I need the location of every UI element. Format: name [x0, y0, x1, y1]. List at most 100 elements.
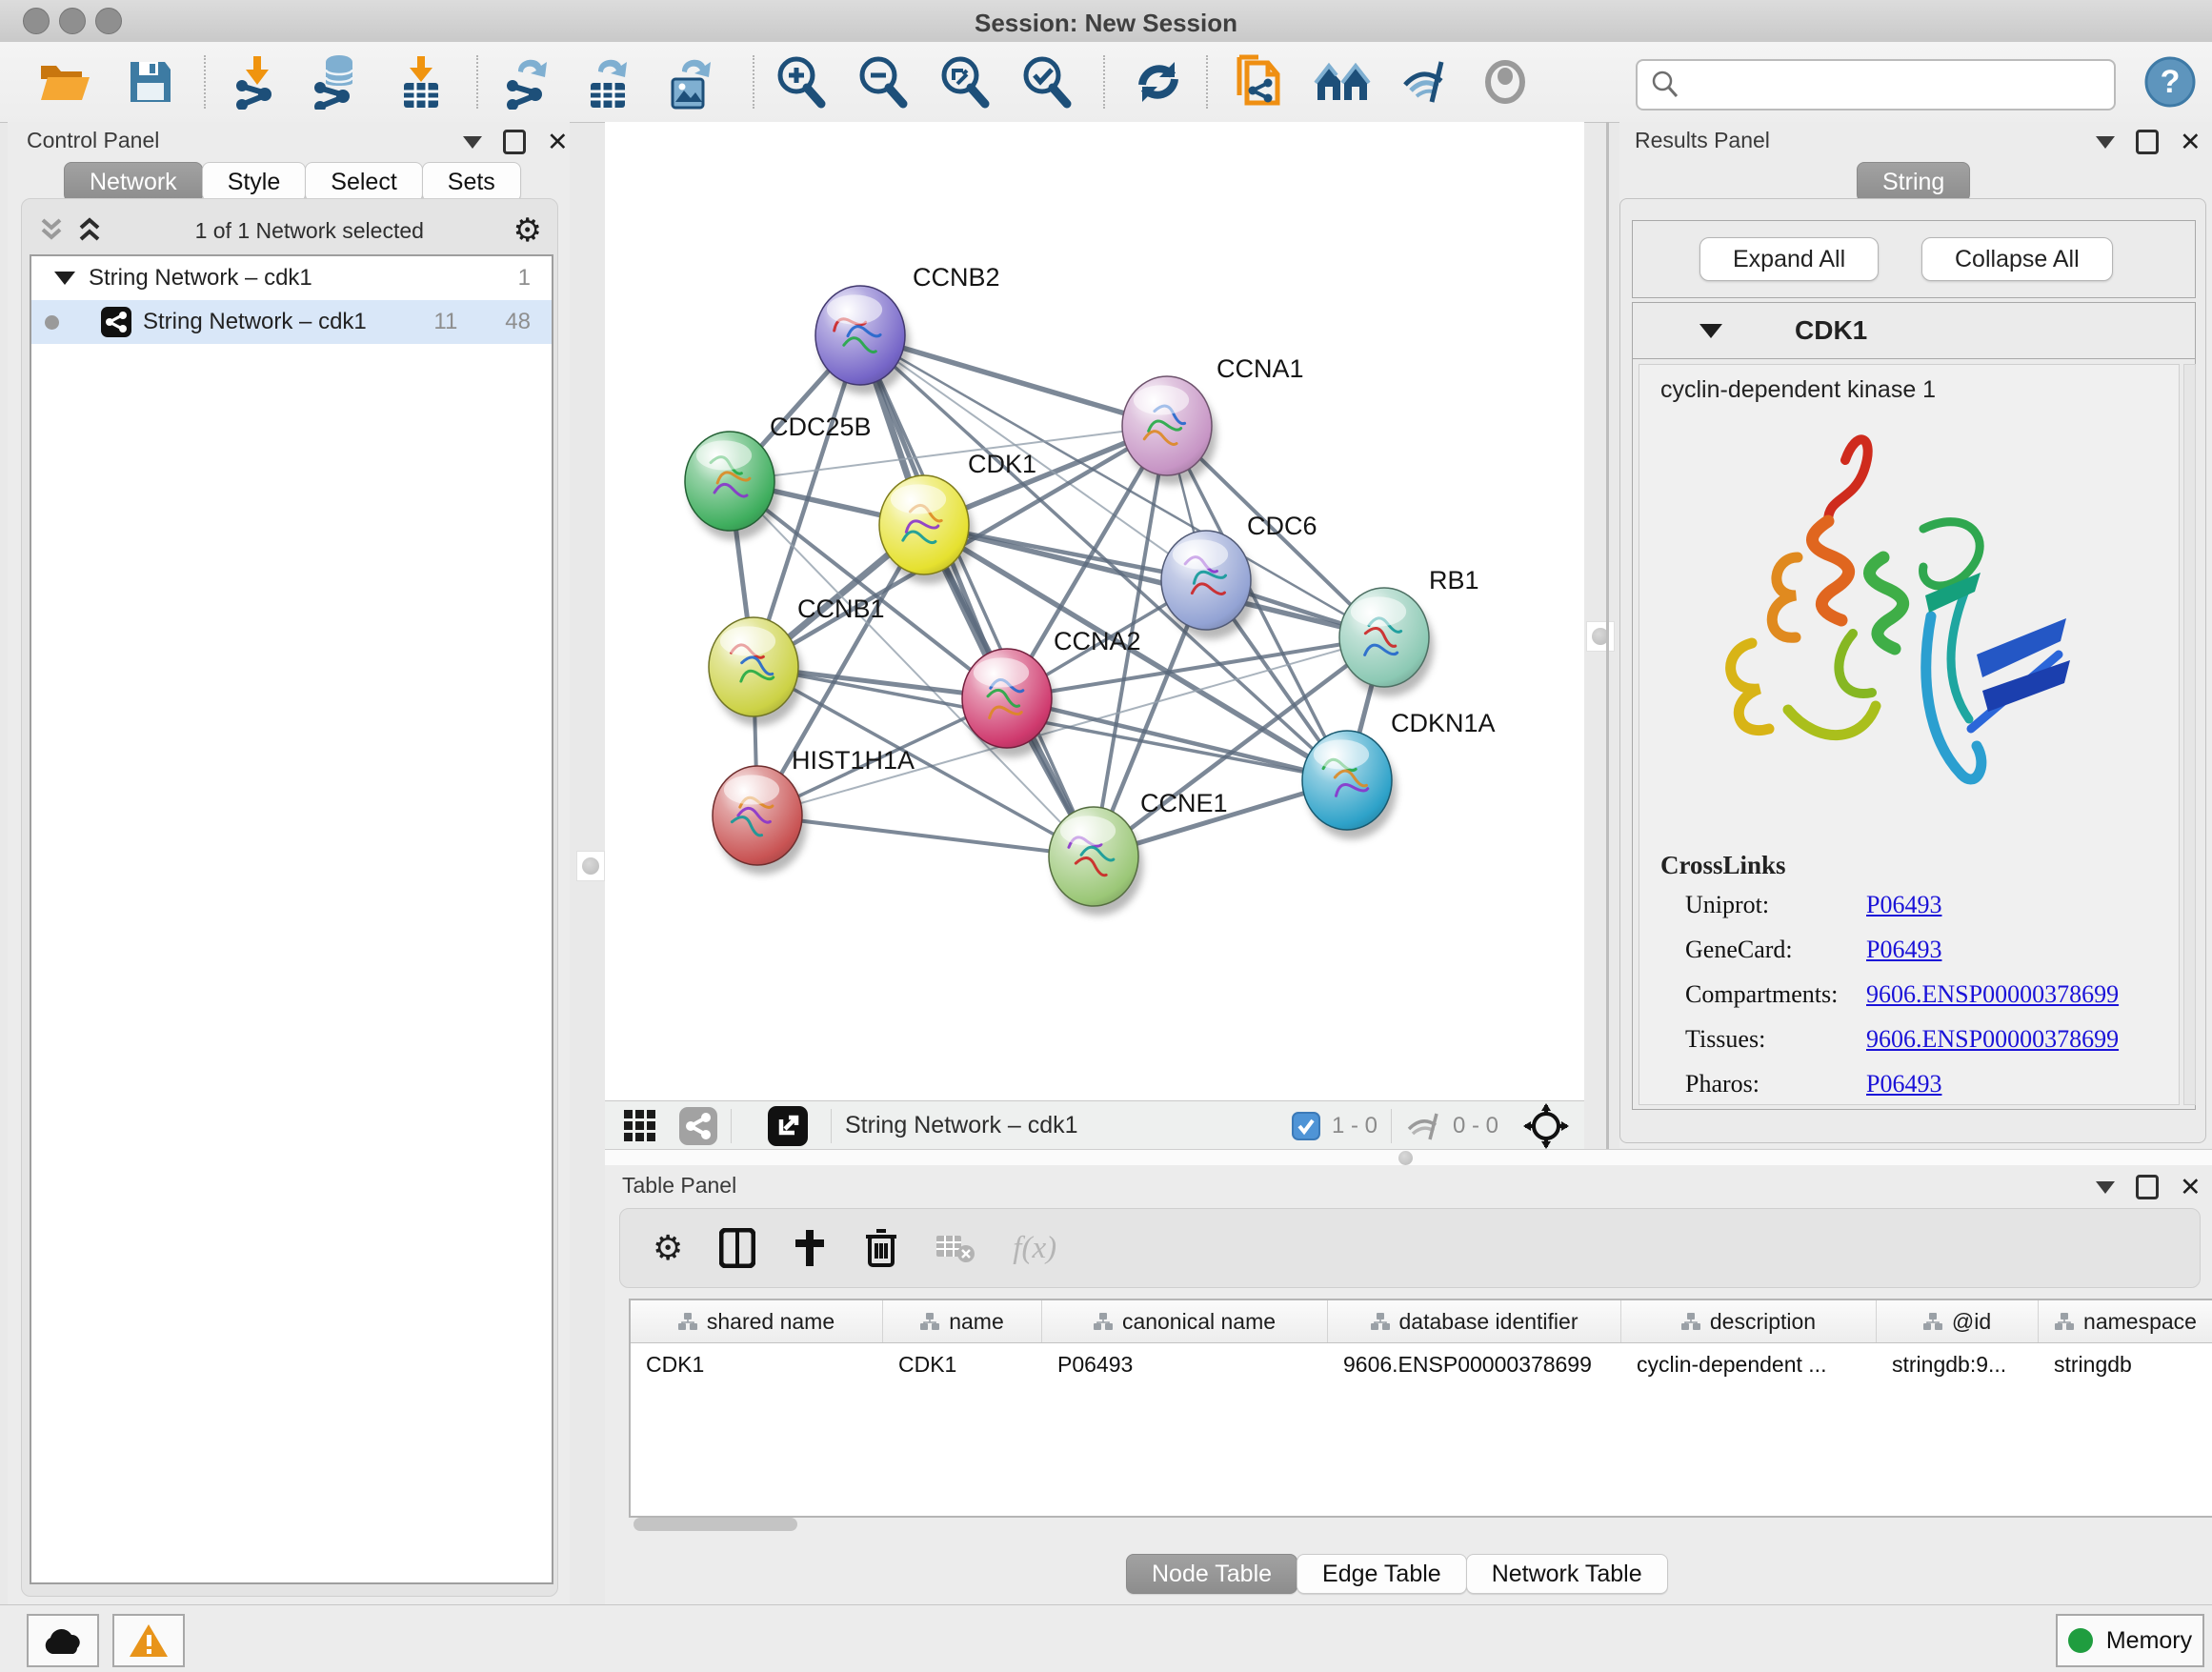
- tab-node-table[interactable]: Node Table: [1126, 1554, 1297, 1594]
- warnings-button[interactable]: [112, 1614, 185, 1667]
- crosslink-link[interactable]: P06493: [1866, 936, 1941, 964]
- close-panel-icon[interactable]: ✕: [547, 132, 569, 151]
- export-table-icon[interactable]: [577, 53, 638, 111]
- show-all-icon[interactable]: [1475, 53, 1536, 111]
- network-row-selected[interactable]: String Network – cdk1 11 48: [31, 300, 552, 344]
- table-cell[interactable]: stringdb:9...: [1877, 1352, 2039, 1378]
- float-panel-icon[interactable]: [503, 130, 526, 154]
- network-edge[interactable]: [924, 525, 1384, 637]
- memory-button[interactable]: Memory: [2056, 1614, 2204, 1667]
- column-header-database-identifier[interactable]: database identifier: [1328, 1300, 1621, 1342]
- expand-all-button[interactable]: Expand All: [1699, 237, 1879, 281]
- network-node-ccna1[interactable]: CCNA1: [1122, 354, 1304, 485]
- table-cell[interactable]: CDK1: [883, 1352, 1042, 1378]
- network-node-rb1[interactable]: RB1: [1339, 566, 1479, 696]
- float-panel-icon[interactable]: [2136, 1175, 2159, 1199]
- zoom-in-icon[interactable]: [770, 53, 831, 111]
- close-panel-icon[interactable]: ✕: [2180, 1178, 2202, 1197]
- tab-string[interactable]: String: [1857, 162, 1970, 202]
- network-node-ccnb2[interactable]: CCNB2: [815, 263, 1000, 394]
- column-header-shared-name[interactable]: shared name: [631, 1300, 883, 1342]
- search-input[interactable]: [1689, 71, 2114, 99]
- crosslinks-list: Uniprot:P06493GeneCard:P06493Compartment…: [1685, 891, 2162, 1115]
- tab-network-table[interactable]: Network Table: [1466, 1554, 1668, 1594]
- crosslink-link[interactable]: P06493: [1866, 891, 1941, 919]
- column-header-namespace[interactable]: namespace: [2039, 1300, 2212, 1342]
- tab-network[interactable]: Network: [64, 162, 203, 202]
- entry-header[interactable]: CDK1: [1633, 303, 2195, 359]
- network-node-ccne1[interactable]: CCNE1: [1049, 789, 1228, 916]
- network-edge[interactable]: [757, 816, 1094, 856]
- panel-menu-icon[interactable]: [2096, 1181, 2115, 1194]
- collapse-all-icon[interactable]: [35, 216, 68, 245]
- network-edge[interactable]: [860, 335, 1094, 856]
- right-splitter-handle[interactable]: [1586, 621, 1615, 652]
- zoom-fit-icon[interactable]: [934, 53, 995, 111]
- panel-menu-icon[interactable]: [463, 136, 482, 149]
- float-panel-icon[interactable]: [2136, 130, 2159, 154]
- zoom-selected-icon[interactable]: [1016, 53, 1076, 111]
- network-node-cdc6[interactable]: CDC6: [1161, 512, 1317, 639]
- network-canvas[interactable]: CCNB2CCNA1CDC25BCDK1CDC6RB1CCNB1CCNA2CDK…: [605, 122, 1584, 1100]
- table-cell[interactable]: cyclin-dependent ...: [1621, 1352, 1877, 1378]
- table-cell[interactable]: 9606.ENSP00000378699: [1328, 1352, 1621, 1378]
- delete-column-icon[interactable]: [864, 1227, 898, 1269]
- table-horizontal-scrollbar[interactable]: [633, 1518, 797, 1531]
- close-panel-icon[interactable]: ✕: [2180, 132, 2202, 151]
- network-collection-row[interactable]: String Network – cdk1 1: [31, 256, 552, 300]
- open-session-icon[interactable]: [34, 53, 95, 111]
- cloud-status-button[interactable]: [27, 1614, 99, 1667]
- tab-edge-table[interactable]: Edge Table: [1297, 1554, 1467, 1594]
- column-header--id[interactable]: @id: [1877, 1300, 2039, 1342]
- import-network-icon[interactable]: [227, 53, 288, 111]
- crosslink-link[interactable]: 9606.ENSP00000378699: [1866, 980, 2119, 1009]
- zoom-out-icon[interactable]: [852, 53, 913, 111]
- crosslink-link[interactable]: P06493: [1866, 1070, 1941, 1098]
- add-column-icon[interactable]: [792, 1228, 828, 1268]
- horizontal-splitter[interactable]: [605, 1149, 2212, 1166]
- apply-preferred-layout-icon[interactable]: [1128, 53, 1189, 111]
- network-options-gear-icon[interactable]: ⚙: [513, 212, 542, 250]
- expand-all-icon[interactable]: [73, 216, 106, 245]
- left-splitter-handle[interactable]: [576, 851, 605, 881]
- help-icon[interactable]: ?: [2140, 53, 2201, 111]
- table-cell[interactable]: CDK1: [631, 1352, 883, 1378]
- results-scrollbar[interactable]: [2183, 364, 2196, 1105]
- entry-content: cyclin-dependent kinase 1: [1639, 364, 2180, 1105]
- collapse-all-button[interactable]: Collapse All: [1921, 237, 2113, 281]
- tab-select[interactable]: Select: [305, 162, 422, 202]
- tab-sets[interactable]: Sets: [422, 162, 521, 202]
- export-image-icon[interactable]: [659, 53, 720, 111]
- table-options-gear-icon[interactable]: ⚙: [653, 1228, 683, 1268]
- export-network-icon[interactable]: [497, 53, 558, 111]
- save-session-icon[interactable]: [120, 53, 181, 111]
- show-columns-icon[interactable]: [719, 1228, 755, 1268]
- tab-style[interactable]: Style: [202, 162, 307, 202]
- detach-view-icon[interactable]: [768, 1106, 808, 1146]
- window-title: Session: New Session: [0, 9, 2212, 38]
- table-cell[interactable]: P06493: [1042, 1352, 1328, 1378]
- import-network-from-database-icon[interactable]: [307, 53, 368, 111]
- network-overview-icon[interactable]: [679, 1107, 717, 1145]
- network-node-cdkn1a[interactable]: CDKN1A: [1302, 709, 1496, 839]
- hide-selected-icon[interactable]: [1397, 53, 1458, 111]
- splitter-handle[interactable]: [1398, 1151, 1413, 1165]
- panel-menu-icon[interactable]: [2096, 136, 2115, 149]
- network-node-ccnb1[interactable]: CCNB1: [709, 594, 885, 726]
- network-node-hist1h1a[interactable]: HIST1H1A: [713, 746, 915, 875]
- crosslink-link[interactable]: 9606.ENSP00000378699: [1866, 1025, 2119, 1054]
- collection-label: String Network – cdk1: [89, 265, 312, 292]
- table-row[interactable]: CDK1CDK1P064939606.ENSP00000378699cyclin…: [631, 1343, 2212, 1385]
- collection-expander-icon[interactable]: [54, 272, 75, 285]
- birds-eye-view-icon[interactable]: [1523, 1103, 1569, 1149]
- entry-expander-icon[interactable]: [1699, 324, 1722, 338]
- column-header-name[interactable]: name: [883, 1300, 1042, 1342]
- column-header-description[interactable]: description: [1621, 1300, 1877, 1342]
- grid-view-icon[interactable]: [622, 1108, 658, 1144]
- column-header-canonical-name[interactable]: canonical name: [1042, 1300, 1328, 1342]
- import-table-icon[interactable]: [391, 53, 452, 111]
- node-table[interactable]: shared namenamecanonical namedatabase id…: [629, 1299, 2212, 1518]
- first-neighbors-icon[interactable]: [1313, 53, 1374, 111]
- new-network-from-selection-icon[interactable]: [1229, 53, 1290, 111]
- table-cell[interactable]: stringdb: [2039, 1352, 2212, 1378]
